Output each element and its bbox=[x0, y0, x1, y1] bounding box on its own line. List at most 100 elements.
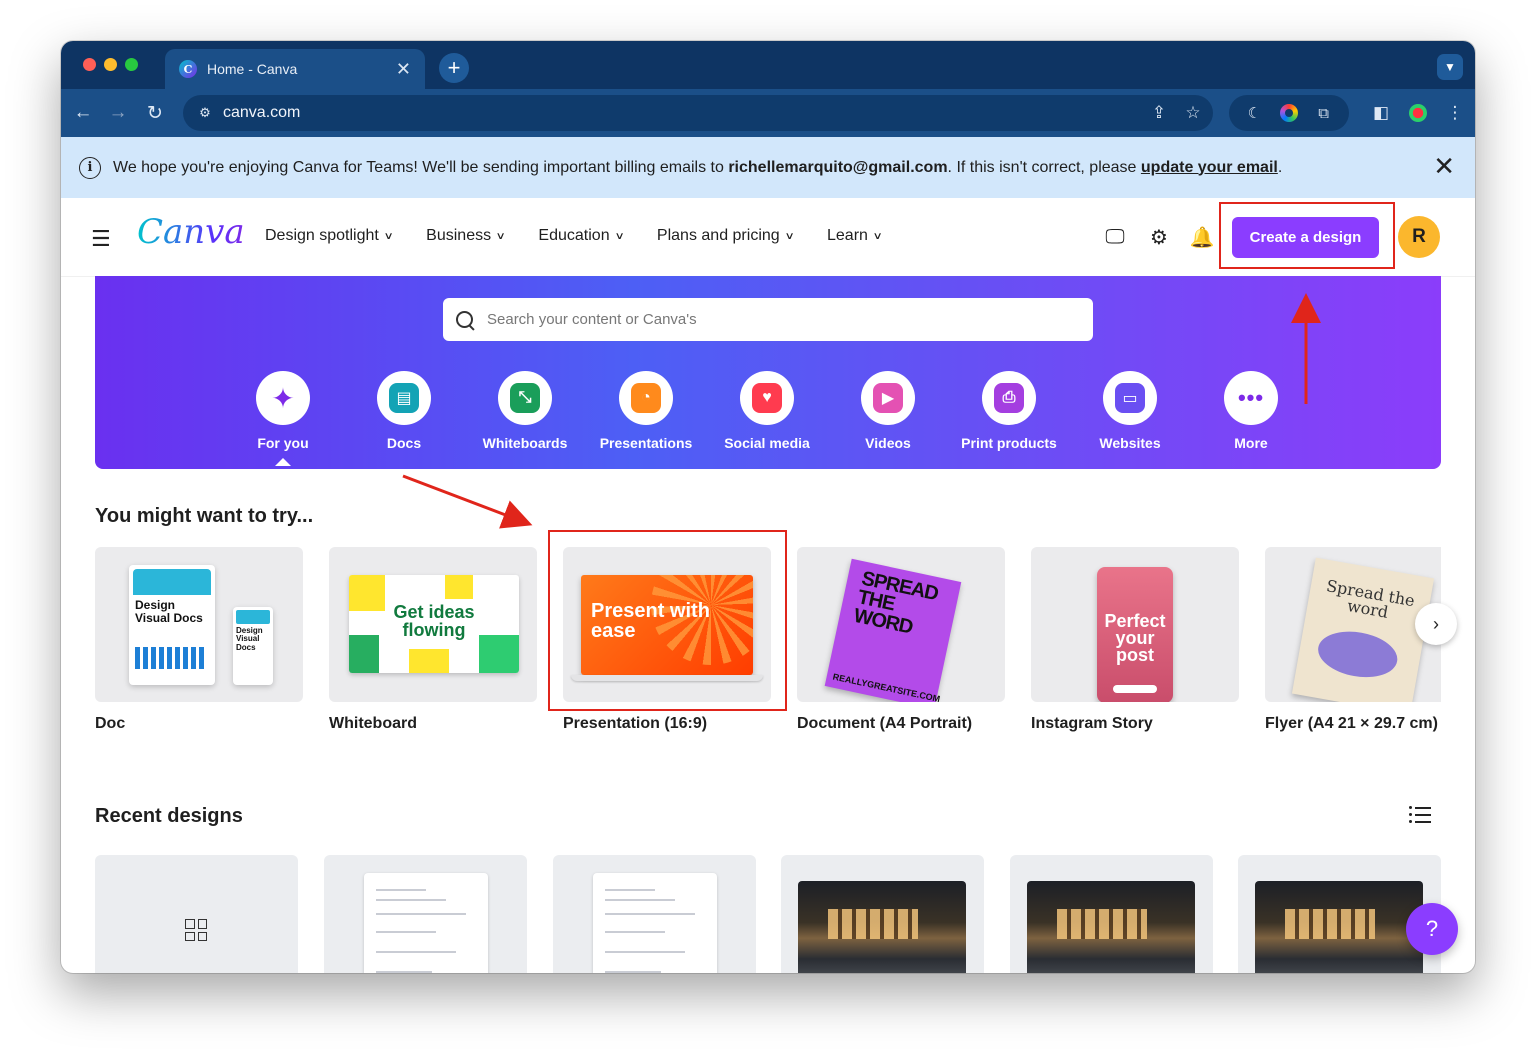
chevron-down-icon: ∨ bbox=[784, 230, 795, 242]
hamburger-menu-icon[interactable]: ☰ bbox=[91, 226, 111, 252]
search-icon bbox=[455, 310, 475, 330]
back-arrow-icon[interactable]: ← bbox=[71, 101, 95, 125]
canva-logo[interactable]: Canva bbox=[137, 212, 245, 252]
category-print-products[interactable]: ⎙ Print products bbox=[954, 371, 1064, 451]
hero-banner: Search your content or Canva's ✦ For you… bbox=[95, 276, 1441, 469]
recent-design-card[interactable] bbox=[553, 855, 756, 973]
printer-icon: ⎙ bbox=[994, 383, 1024, 413]
sidebar-toggle-icon[interactable]: ◧ bbox=[1369, 101, 1393, 125]
tab-search-chevron-icon[interactable]: ▼ bbox=[1437, 54, 1463, 80]
create-button-highlight bbox=[1219, 202, 1395, 269]
category-whiteboards[interactable]: ⤡ Whiteboards bbox=[470, 371, 580, 451]
chevron-down-icon: ∨ bbox=[614, 230, 625, 242]
search-placeholder: Search your content or Canva's bbox=[487, 311, 697, 328]
reload-icon[interactable]: ↻ bbox=[143, 101, 167, 125]
billing-notice-banner: i We hope you're enjoying Canva for Team… bbox=[61, 137, 1475, 198]
presentation-icon: ◔ bbox=[631, 383, 661, 413]
chevron-down-icon: ∨ bbox=[872, 230, 883, 242]
carousel-next-chevron-icon[interactable]: › bbox=[1415, 603, 1457, 645]
banner-email: richellemarquito@gmail.com bbox=[728, 158, 948, 176]
minimize-window-button[interactable] bbox=[104, 58, 117, 71]
tab-title: Home - Canva bbox=[207, 61, 298, 77]
suggestion-presentation-label[interactable]: Presentation (16:9) bbox=[563, 715, 707, 733]
new-tab-button[interactable]: + bbox=[439, 53, 469, 83]
banner-message: We hope you're enjoying Canva for Teams!… bbox=[113, 158, 1283, 176]
gear-icon[interactable]: ⚙ bbox=[1144, 222, 1174, 252]
category-social-media[interactable]: ♥ Social media bbox=[712, 371, 822, 451]
recent-designs-title: Recent designs bbox=[95, 805, 243, 827]
tab-home-canva[interactable]: C Home - Canva ✕ bbox=[165, 49, 425, 89]
suggestion-a4-document-thumbnail[interactable]: SPREAD THE WORD REALLYGREATSITE.COM bbox=[797, 547, 1005, 702]
video-icon: ▶ bbox=[873, 383, 903, 413]
nav-design-spotlight[interactable]: Design spotlight ∨ bbox=[265, 227, 394, 245]
puzzle-extensions-icon[interactable]: ⧉ bbox=[1314, 103, 1334, 123]
main-nav: Design spotlight ∨ Business ∨ Education ∨ P… bbox=[265, 227, 915, 245]
whiteboard-icon: ⤡ bbox=[510, 383, 540, 413]
nav-learn[interactable]: Learn ∨ bbox=[827, 227, 883, 245]
suggestion-instagram-story-label[interactable]: Instagram Story bbox=[1031, 715, 1153, 733]
flyer-preview-art: Spread the word bbox=[1291, 557, 1435, 702]
recent-design-card[interactable] bbox=[95, 855, 298, 973]
suggestion-doc-thumbnail[interactable]: Design Visual Docs Design Visual Docs bbox=[95, 547, 303, 702]
more-icon: ••• bbox=[1237, 385, 1265, 410]
close-icon[interactable]: ✕ bbox=[1433, 153, 1455, 179]
category-presentations[interactable]: ◔ Presentations bbox=[591, 371, 701, 451]
instagram-preview-art: Perfect your post bbox=[1097, 567, 1173, 702]
extension-c-icon[interactable]: ☾ bbox=[1244, 103, 1264, 123]
suggestion-instagram-story-thumbnail[interactable]: Perfect your post bbox=[1031, 547, 1239, 702]
nav-education[interactable]: Education ∨ bbox=[538, 227, 625, 245]
desktop-app-icon[interactable]: 🖵 bbox=[1100, 222, 1130, 252]
bell-icon[interactable]: 🔔 bbox=[1187, 222, 1217, 252]
suggestion-whiteboard-label[interactable]: Whiteboard bbox=[329, 715, 417, 733]
sparkle-icon: ✦ bbox=[271, 382, 295, 414]
share-icon[interactable]: ⇪ bbox=[1145, 103, 1173, 123]
recent-design-card[interactable] bbox=[324, 855, 527, 973]
update-email-link[interactable]: update your email bbox=[1141, 159, 1278, 176]
recent-design-card[interactable] bbox=[781, 855, 984, 973]
category-for-you[interactable]: ✦ For you bbox=[228, 371, 338, 451]
house-photo-preview bbox=[1255, 881, 1423, 973]
info-icon: i bbox=[79, 156, 101, 179]
heart-icon: ♥ bbox=[752, 383, 782, 413]
doc-preview-art: Design Visual Docs bbox=[129, 565, 215, 685]
bookmark-star-icon[interactable]: ☆ bbox=[1179, 103, 1207, 123]
suggestions-title: You might want to try... bbox=[95, 505, 314, 527]
nav-plans-and-pricing[interactable]: Plans and pricing ∨ bbox=[657, 227, 795, 245]
a4-preview-art: SPREAD THE WORD REALLYGREATSITE.COM bbox=[824, 558, 962, 702]
suggestion-doc-label[interactable]: Doc bbox=[95, 715, 125, 733]
site-info-icon[interactable]: ⚙ bbox=[195, 105, 215, 121]
whiteboard-preview-art: Get ideas flowing bbox=[349, 575, 519, 673]
chevron-down-icon: ∨ bbox=[383, 230, 394, 242]
tab-close-icon[interactable]: ✕ bbox=[396, 60, 411, 78]
category-videos[interactable]: ▶ Videos bbox=[833, 371, 943, 451]
presentation-highlight bbox=[548, 530, 787, 711]
browser-toolbar: ← → ↻ ⚙ canva.com ⇪ ☆ ☾ ⧉ ◧ ⋮ bbox=[61, 89, 1475, 137]
grid-template-icon bbox=[185, 919, 207, 941]
website-icon: ▭ bbox=[1115, 383, 1145, 413]
chevron-down-icon: ∨ bbox=[495, 230, 506, 242]
suggestion-a4-document-label[interactable]: Document (A4 Portrait) bbox=[797, 715, 972, 733]
close-window-button[interactable] bbox=[83, 58, 96, 71]
browser-menu-icon[interactable]: ⋮ bbox=[1443, 101, 1467, 125]
search-input[interactable]: Search your content or Canva's bbox=[443, 298, 1093, 341]
profile-icon[interactable] bbox=[1406, 101, 1430, 125]
recent-design-card[interactable] bbox=[1010, 855, 1213, 973]
help-button[interactable]: ? bbox=[1406, 903, 1458, 955]
tab-bar: C Home - Canva ✕ + ▼ bbox=[61, 41, 1475, 89]
color-ring-extension-icon[interactable] bbox=[1279, 103, 1299, 123]
avatar[interactable]: R bbox=[1398, 216, 1440, 258]
nav-business[interactable]: Business ∨ bbox=[426, 227, 506, 245]
forward-arrow-icon[interactable]: → bbox=[106, 101, 130, 125]
list-view-icon[interactable] bbox=[1409, 806, 1431, 827]
category-websites[interactable]: ▭ Websites bbox=[1075, 371, 1185, 451]
browser-window: C Home - Canva ✕ + ▼ ← → ↻ ⚙ canva.com ⇪… bbox=[61, 41, 1475, 973]
category-docs[interactable]: ▤ Docs bbox=[349, 371, 459, 451]
address-bar[interactable]: ⚙ canva.com ⇪ ☆ bbox=[183, 95, 1213, 131]
suggestion-whiteboard-thumbnail[interactable]: Get ideas flowing bbox=[329, 547, 537, 702]
suggestion-flyer-label[interactable]: Flyer (A4 21 × 29.7 cm) bbox=[1265, 715, 1438, 733]
url-text[interactable]: canva.com bbox=[223, 104, 1145, 122]
form-sheet-preview bbox=[593, 873, 717, 973]
selected-category-pointer bbox=[275, 458, 291, 466]
maximize-window-button[interactable] bbox=[125, 58, 138, 71]
category-more[interactable]: ••• More bbox=[1196, 371, 1306, 451]
